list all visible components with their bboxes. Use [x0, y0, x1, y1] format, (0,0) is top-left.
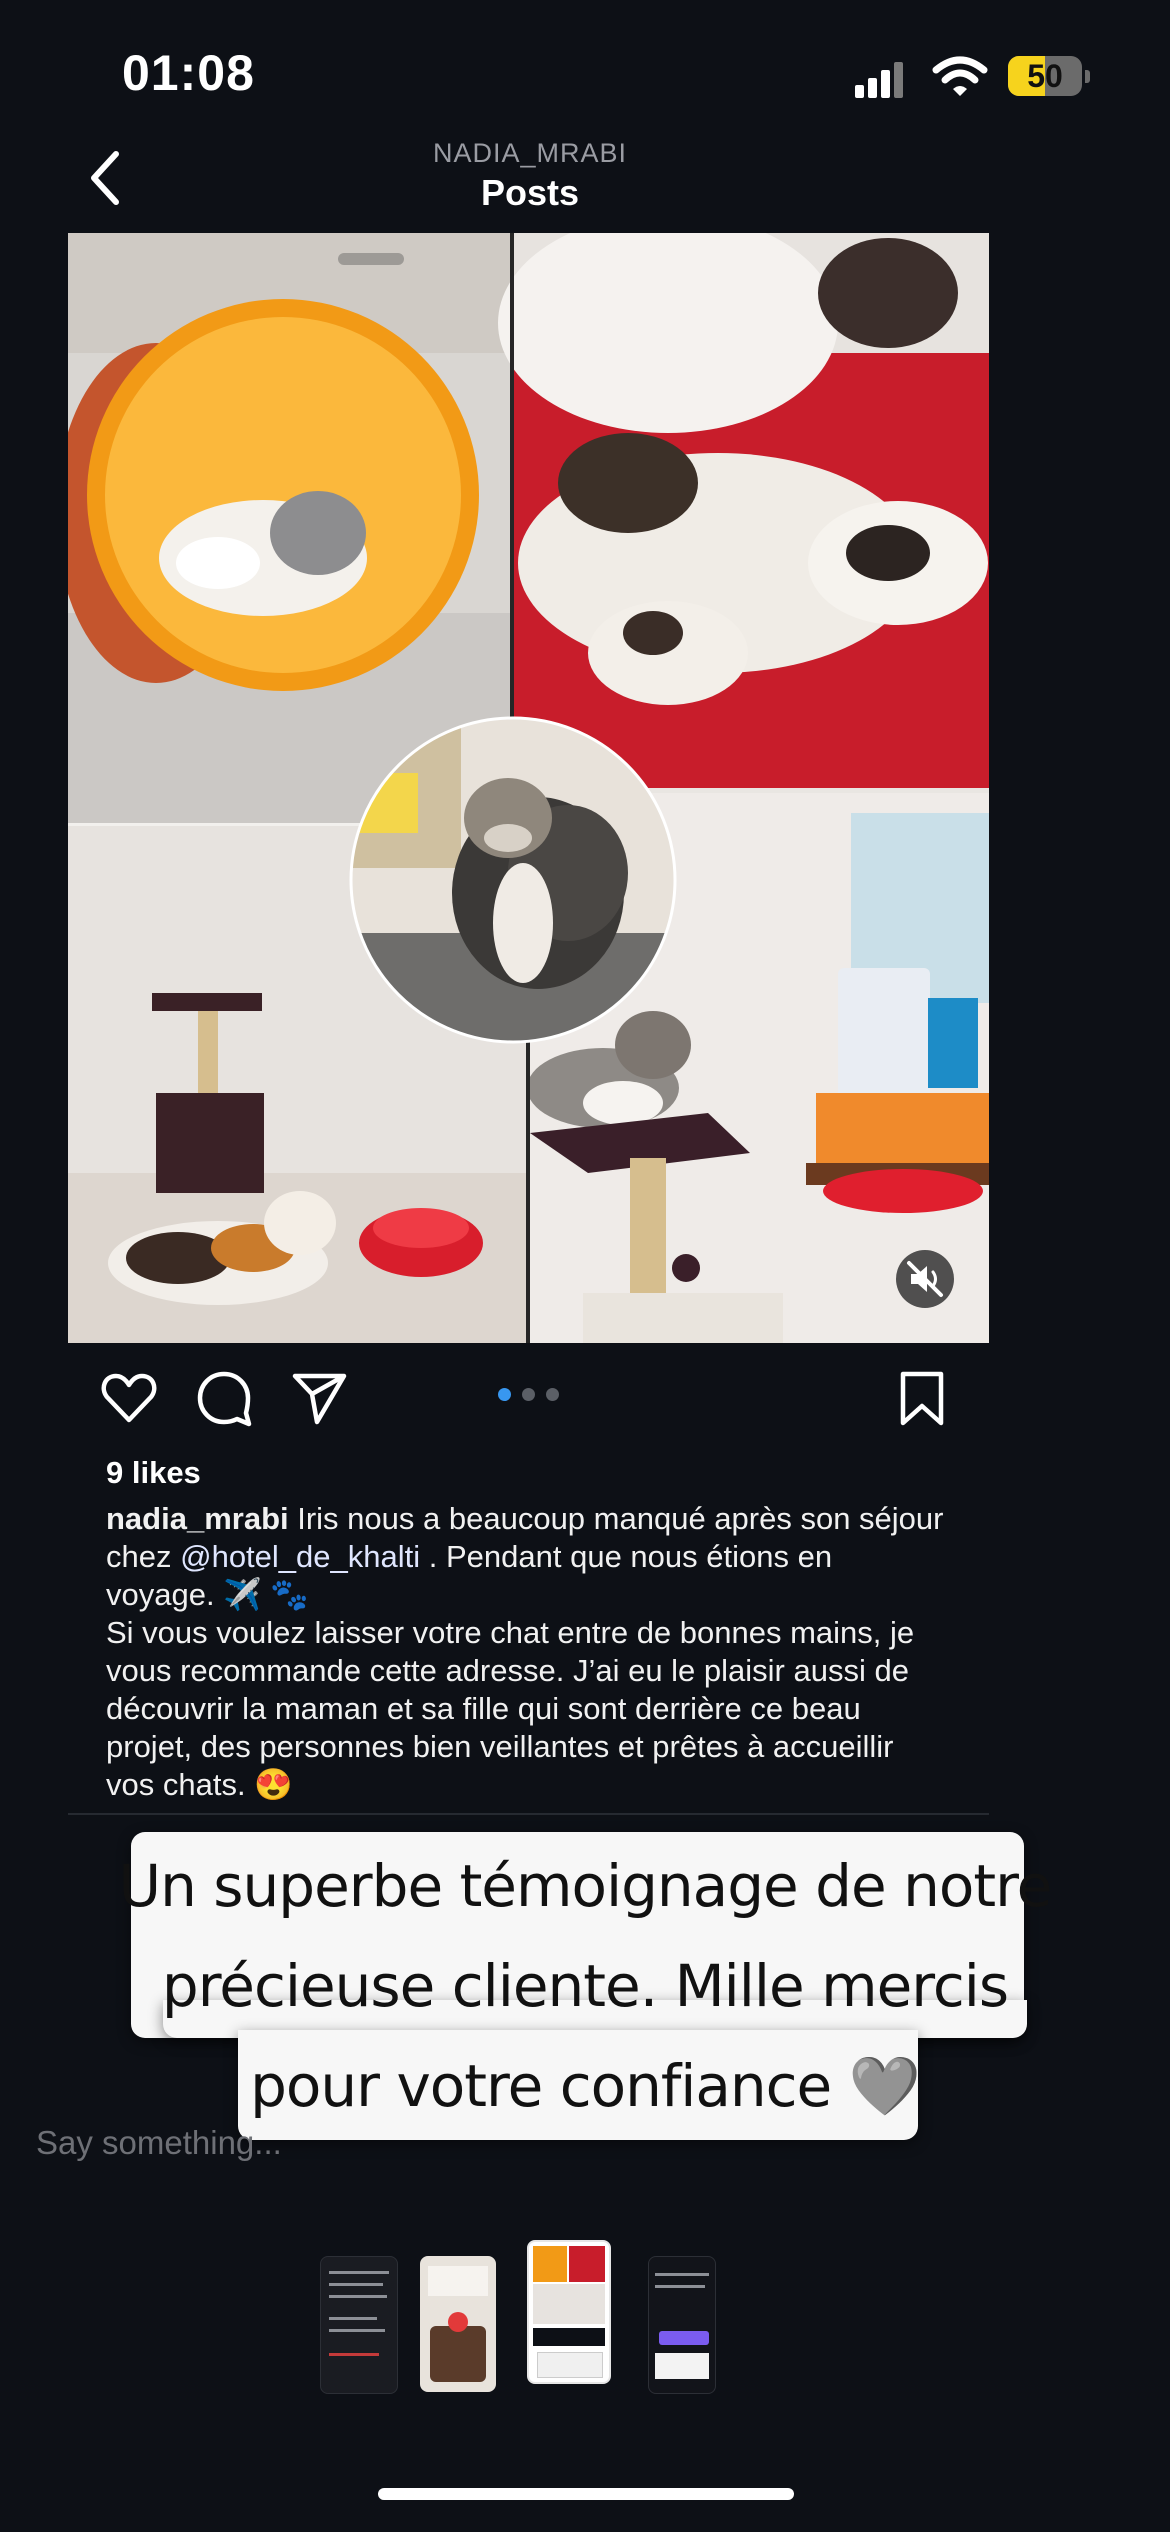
home-indicator[interactable] [378, 2488, 794, 2500]
story-thumbnail-active[interactable] [527, 2240, 611, 2384]
speaker-muted-icon [907, 1261, 943, 1297]
share-button[interactable] [289, 1368, 349, 1428]
carousel-dot [522, 1388, 535, 1401]
send-icon [292, 1373, 347, 1425]
story-thumbnail[interactable] [648, 2256, 716, 2394]
caption-username[interactable]: nadia_mrabi [106, 1501, 289, 1536]
battery-indicator: 50 [1008, 56, 1082, 96]
caption-paragraph: Si vous voulez laisser votre chat entre … [106, 1615, 915, 1802]
chevron-left-icon [91, 151, 119, 205]
header-username: NADIA_MRABI [432, 138, 628, 168]
carousel-dot [546, 1388, 559, 1401]
save-button[interactable] [892, 1368, 952, 1428]
comment-button[interactable] [194, 1368, 254, 1428]
likes-count[interactable]: 9 likes [106, 1455, 201, 1491]
page-title: Posts [480, 172, 580, 213]
collage-photo [68, 233, 989, 1343]
battery-percent: 50 [1027, 58, 1063, 94]
post-caption: nadia_mrabi Iris nous a beaucoup manqué … [106, 1500, 946, 1804]
wifi-icon [932, 56, 988, 96]
reply-input[interactable]: Say something... [36, 2124, 282, 2162]
post-image-collage[interactable] [68, 233, 989, 1343]
cellular-signal-icon [855, 58, 915, 98]
battery-tip [1085, 70, 1090, 83]
status-time: 01:08 [122, 45, 255, 101]
carousel-dot-active [498, 1388, 511, 1401]
divider [68, 1813, 989, 1815]
story-thumbnail[interactable] [320, 2256, 398, 2394]
overlay-line-3: pour votre confiance 🩶 [250, 2052, 921, 2120]
overlay-line-2: précieuse cliente. Mille mercis [161, 1952, 1009, 2020]
bookmark-icon [900, 1371, 944, 1426]
like-button[interactable] [99, 1368, 159, 1428]
overlay-line-1: Un superbe témoignage de notre [118, 1852, 1053, 1920]
mute-button[interactable] [896, 1250, 954, 1308]
back-button[interactable] [78, 148, 138, 208]
comment-icon [197, 1371, 252, 1427]
story-thumbnail[interactable] [420, 2256, 496, 2392]
caption-mention[interactable]: @hotel_de_khalti [180, 1539, 420, 1574]
heart-icon [101, 1373, 157, 1423]
